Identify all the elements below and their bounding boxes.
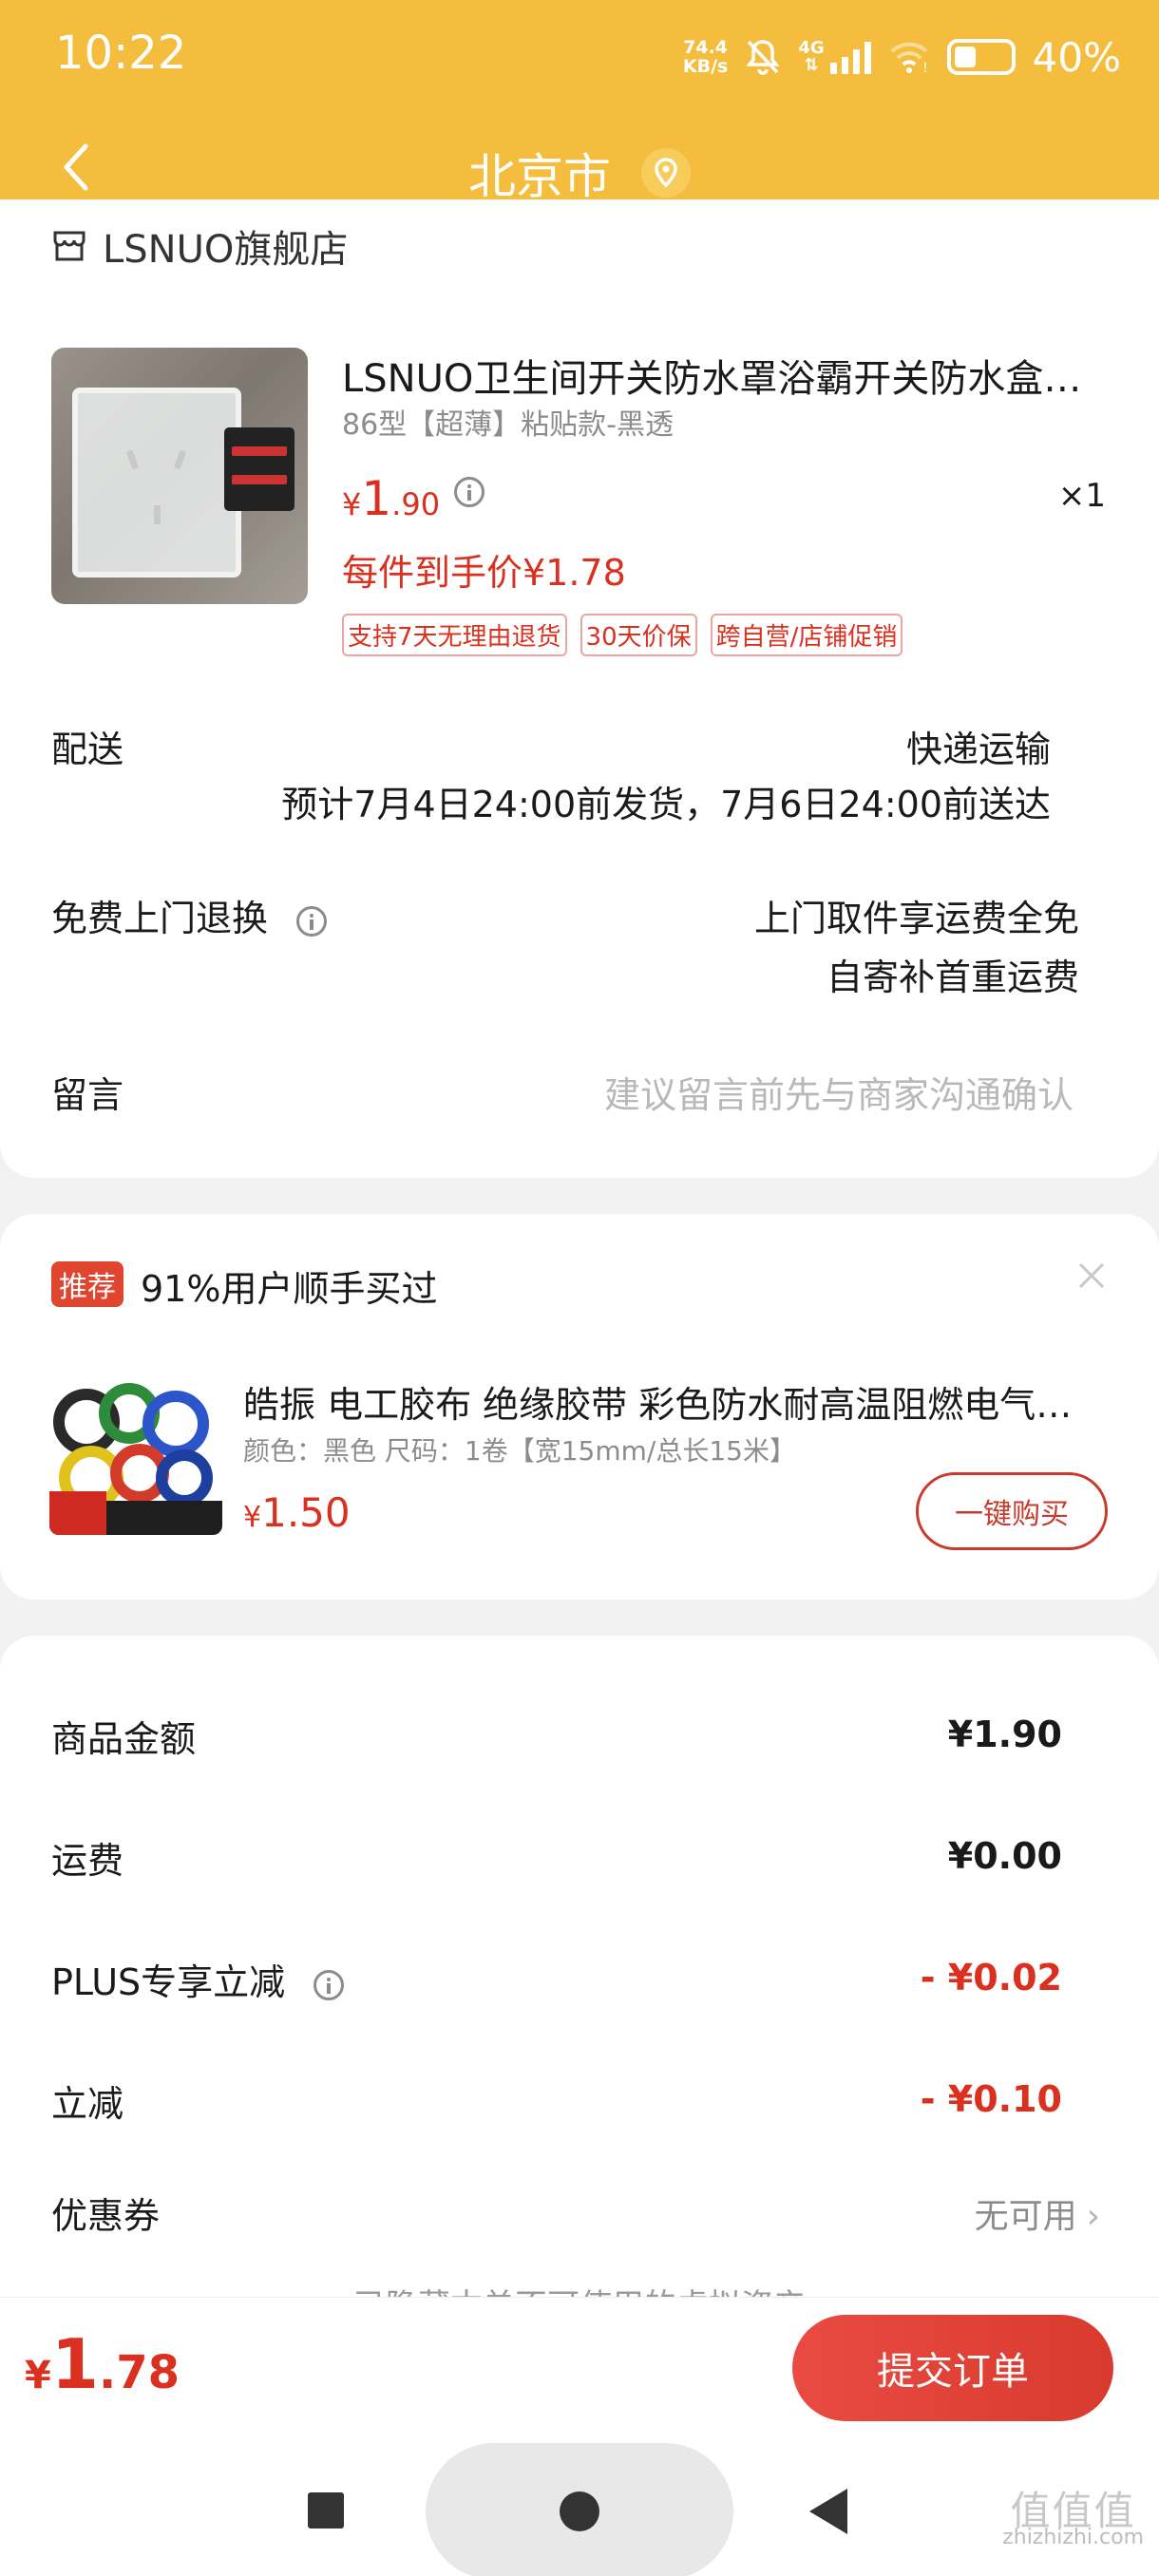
chevron-right-icon: › <box>1086 2197 1100 2236</box>
recommend-price-currency: ¥ <box>243 1501 262 1534</box>
service-tag: 30天价保 <box>580 614 697 656</box>
product-image[interactable] <box>51 348 308 604</box>
mute-bell-icon <box>746 40 780 75</box>
total-currency: ¥ <box>25 2354 51 2397</box>
service-tags: 支持7天无理由退货 30天价保 跨自营/店铺促销 <box>342 614 903 656</box>
return-line2: 自寄补首重运费 <box>826 957 1079 998</box>
summary-label: 立减 <box>51 2083 124 2125</box>
price-summary-card: 商品金额 ¥1.90 运费 ¥0.00 PLUS专享立减 - ¥0.02 立减 … <box>0 1636 1159 2339</box>
wifi-icon: ! <box>890 42 928 74</box>
svg-text:!: ! <box>922 61 928 74</box>
coupon-value: 无可用 <box>974 2197 1077 2236</box>
plus-discount-row: PLUS专享立减 <box>51 1953 345 2005</box>
product-quantity: ×1 <box>1057 477 1106 515</box>
summary-value: - ¥0.02 <box>920 1957 1062 1998</box>
net-speed: 74.4 KB/s <box>683 38 728 76</box>
store-icon <box>53 231 86 261</box>
recommend-product-image[interactable] <box>49 1362 222 1535</box>
nav-header: 北京市 <box>0 123 1159 209</box>
address-selector[interactable]: 北京市 <box>0 139 1159 207</box>
battery-percent: 40% <box>1032 33 1121 81</box>
return-line1: 上门取件享运费全免 <box>753 898 1079 939</box>
net-speed-value: 74.4 <box>683 37 729 58</box>
location-pin-icon <box>640 148 691 198</box>
product-price: ¥1.90 <box>342 471 440 526</box>
watermark-url: zhizhizhi.com <box>1002 2526 1144 2549</box>
message-label: 留言 <box>51 1074 124 1116</box>
recommend-price-value: 1.50 <box>261 1489 351 1536</box>
recommend-price: ¥1.50 <box>243 1489 351 1536</box>
delivery-method[interactable]: 快递运输 <box>906 720 1051 772</box>
recommend-product-spec: 颜色：黑色 尺码：1卷【宽15mm/总长15米】 <box>243 1435 796 1467</box>
service-tag: 跨自营/店铺促销 <box>710 614 903 656</box>
close-icon[interactable] <box>1075 1260 1108 1292</box>
message-input[interactable]: 建议留言前先与商家沟通确认 <box>604 1066 1074 1118</box>
coupon-selector[interactable]: 无可用 › <box>975 2188 1100 2238</box>
summary-value: - ¥0.10 <box>920 2078 1062 2120</box>
status-bar: 10:22 74.4 KB/s 4G ⇅ ! 40% <box>0 0 1159 114</box>
return-info-icon[interactable] <box>296 905 328 937</box>
submit-order-button[interactable]: 提交订单 <box>792 2315 1113 2421</box>
store-row[interactable]: LSNUO旗舰店 <box>51 218 348 274</box>
signal-bars-icon <box>829 40 871 74</box>
net-unit-price: 每件到手价¥1.78 <box>342 552 626 594</box>
recommend-card: 推荐 91%用户顺手买过 皓振 电工胶布 绝缘胶带 彩色防水耐高温阻燃电气胶布 … <box>0 1214 1159 1600</box>
status-time: 10:22 <box>55 27 187 80</box>
one-click-buy-button[interactable]: 一键购买 <box>916 1472 1108 1550</box>
recommend-title: 91%用户顺手买过 <box>141 1268 438 1310</box>
order-card: LSNUO旗舰店 LSNUO卫生间开关防水罩浴霸开关防水盒厕所家用插座防溅盒 8… <box>0 199 1159 1178</box>
back-triangle-icon[interactable] <box>809 2489 847 2534</box>
summary-label: PLUS专享立减 <box>51 1961 286 2003</box>
net-speed-unit: KB/s <box>682 56 729 77</box>
service-tag: 支持7天无理由退货 <box>342 614 567 656</box>
watermark-logo: 值值值 <box>1010 2488 1136 2534</box>
recommend-badge: 推荐 <box>51 1261 124 1307</box>
recents-icon[interactable] <box>308 2492 344 2529</box>
summary-value: ¥0.00 <box>947 1835 1062 1877</box>
page-title: 北京市 <box>468 149 612 204</box>
product-title[interactable]: LSNUO卫生间开关防水罩浴霸开关防水盒厕所家用插座防溅盒 <box>342 348 1102 403</box>
return-label: 免费上门退换 <box>51 898 269 939</box>
price-info-icon[interactable] <box>454 477 484 507</box>
cell-signal: 4G ⇅ <box>798 40 871 75</box>
watermark: 值值值 zhizhizhi.com <box>1002 2488 1144 2551</box>
data-arrows-icon: ⇅ <box>804 55 819 75</box>
home-icon[interactable] <box>560 2491 599 2531</box>
total-int: 1 <box>50 2324 99 2404</box>
system-nav-bar <box>0 2424 1159 2576</box>
return-row[interactable]: 免费上门退换 <box>51 889 328 941</box>
delivery-estimate[interactable]: 预计7月4日24:00前发货，7月6日24:00前送达 <box>281 775 1051 827</box>
total-price: ¥1.78 <box>25 2324 180 2404</box>
total-dec: .78 <box>98 2346 180 2399</box>
checkout-bar: ¥1.78 提交订单 <box>0 2297 1159 2424</box>
status-icons: 74.4 KB/s 4G ⇅ ! 40% <box>683 28 1121 85</box>
summary-label: 商品金额 <box>51 1718 197 1760</box>
battery-icon <box>946 39 1016 75</box>
price-dec: .90 <box>391 486 441 522</box>
recommend-product-title[interactable]: 皓振 电工胶布 绝缘胶带 彩色防水耐高温阻燃电气胶布 <box>243 1375 1098 1428</box>
coupon-label: 优惠券 <box>51 2195 161 2237</box>
product-spec: 86型【超薄】粘贴款-黑透 <box>342 408 674 442</box>
price-int: 1 <box>361 471 392 526</box>
summary-label: 运费 <box>51 1840 124 1882</box>
price-currency: ¥ <box>342 486 362 522</box>
plus-info-icon[interactable] <box>314 1969 345 2000</box>
summary-value: ¥1.90 <box>947 1714 1062 1755</box>
delivery-label: 配送 <box>51 729 124 770</box>
store-name: LSNUO旗舰店 <box>103 228 349 272</box>
